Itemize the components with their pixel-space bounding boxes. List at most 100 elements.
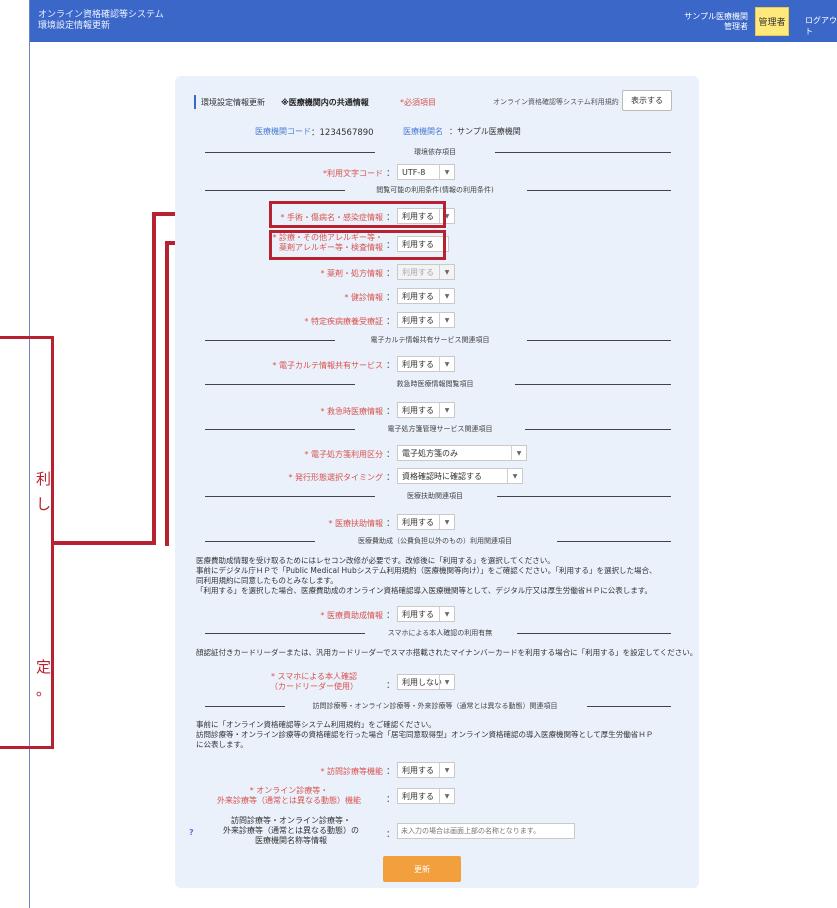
online-care-value: 利用する	[402, 791, 434, 801]
separator-env-left	[205, 152, 375, 153]
medical-aid-label: * 医療費助成情報	[320, 611, 383, 620]
institution-code-value: ：1234567890	[311, 128, 374, 138]
chevron-down-icon: ▼	[439, 763, 454, 777]
separator-visiting-right	[587, 706, 671, 707]
medical-aid-text-line2: 事前にデジタル庁ＨＰで「Public Medical Hubシステム利用規約（医…	[196, 566, 657, 575]
charset-label: *利用文字コード	[323, 169, 383, 178]
facility-name-label-line1: 訪問診療等・オンライン診療等・	[231, 816, 351, 825]
medical-aid-text-line1: 医療費助成情報を受け取るためにはレセコン改修が必要です。改修後に「利用する」を選…	[196, 556, 555, 565]
online-care-select[interactable]: 利用する ▼	[397, 788, 455, 804]
role-label: 管理者	[724, 22, 748, 31]
chevron-down-icon: ▼	[439, 357, 454, 371]
online-care-label-line2: 外来診療等（通常とは異なる動態）機能	[217, 796, 361, 805]
institution-code-label-text: 医療機関コード	[255, 127, 311, 136]
logout-link[interactable]: ログアウト	[805, 15, 837, 37]
emergency-info-colon: ：	[386, 407, 396, 417]
visiting-text-line3: に公表します。	[196, 740, 248, 749]
chevron-down-icon: ▼	[439, 289, 454, 303]
separator-ehr-left	[205, 340, 335, 341]
form-heading-note: ※医療機関内の共通情報	[281, 98, 369, 107]
separator-visiting-left	[205, 706, 285, 707]
smartphone-value: 利用しない	[402, 677, 442, 687]
connector-vertical-2	[165, 241, 169, 546]
issue-timing-select[interactable]: 資格確認時に確認する ▼	[397, 468, 523, 484]
separator-smartphone-left	[205, 633, 365, 634]
separator-viewing-right	[527, 190, 671, 191]
facility-name-label: 訪問診療等・オンライン診療等・ 外来診療等（通常とは異なる動態）の 医療機関名称…	[199, 816, 383, 846]
medical-decision-select[interactable]: 利用する ▼	[397, 514, 455, 530]
separator-smartphone-right	[517, 633, 671, 634]
callout-text-3: 定	[36, 658, 52, 676]
specific-checkup-value: 利用する	[402, 315, 434, 325]
health-checkup-label: * 健診情報	[344, 293, 383, 302]
medical-aid-select[interactable]: 利用する ▼	[397, 606, 455, 622]
issue-timing-colon: ：	[386, 473, 396, 483]
charset-colon: ：	[386, 169, 396, 179]
chevron-down-icon: ▼	[439, 165, 454, 179]
smartphone-label-line2: （カードリーダー使用）	[270, 682, 358, 691]
medication-select[interactable]: 利用する ▼	[397, 264, 455, 280]
section-smartphone-title: スマホによる本人確認の利用有無	[387, 629, 493, 637]
health-checkup-select[interactable]: 利用する ▼	[397, 288, 455, 304]
online-care-colon: ：	[386, 795, 396, 805]
smartphone-label: * スマホによる本人確認 （カードリーダー使用）	[245, 672, 383, 692]
connector-horizontal	[54, 541, 155, 545]
section-viewing-title: 閲覧可能の利用条件(情報の利用条件)	[376, 186, 494, 194]
org-name: サンプル医療機関	[684, 12, 748, 21]
online-care-label: * オンライン診療等・ 外来診療等（通常とは異なる動態）機能	[195, 786, 383, 806]
smartphone-select[interactable]: 利用しない ▼	[397, 674, 455, 690]
medication-value: 利用する	[402, 267, 434, 277]
medical-aid-text: 医療費助成情報を受け取るためにはレセコン改修が必要です。改修後に「利用する」を選…	[196, 556, 686, 596]
health-checkup-colon: ：	[386, 293, 396, 303]
visiting-care-value: 利用する	[402, 765, 434, 775]
facility-name-input[interactable]	[397, 823, 575, 839]
ehr-share-colon: ：	[386, 361, 396, 371]
eprescription-type-select[interactable]: 電子処方箋のみ ▼	[397, 445, 527, 461]
update-button[interactable]: 更新	[383, 856, 461, 882]
medical-aid-text-line4: 「利用する」を選択した場合、医療費助成のオンライン資格確認導入医療機関等として、…	[196, 586, 652, 595]
medication-colon: ：	[386, 269, 396, 279]
visiting-care-colon: ：	[386, 767, 396, 777]
required-note: *必須項目	[400, 98, 436, 107]
visiting-care-select[interactable]: 利用する ▼	[397, 762, 455, 778]
ehr-share-select[interactable]: 利用する ▼	[397, 356, 455, 372]
separator-aid-right	[557, 541, 671, 542]
section-ehr-title: 電子カルテ情報共有サービス関連項目	[370, 336, 490, 344]
institution-name-value: ：サンプル医療機関	[449, 127, 521, 136]
separator-viewing-left	[205, 190, 345, 191]
org-info: サンプル医療機関 管理者	[668, 12, 748, 32]
terms-show-button[interactable]: 表示する	[622, 90, 672, 111]
medical-aid-text-line3: 同利用規約に同意したものとみなします。	[196, 576, 338, 585]
visiting-text-line2: 訪問診療等・オンライン診療等の資格確認を行った場合「居宅同意取得型」オンライン資…	[196, 730, 654, 739]
institution-code: 1234567890	[319, 128, 374, 138]
separator-eprescription-left	[205, 429, 355, 430]
visiting-text: 事前に「オンライン資格確認等システム利用規約」をご確認ください。 訪問診療等・オ…	[196, 720, 686, 750]
section-eprescription-title: 電子処方箋管理サービス関連項目	[387, 425, 493, 433]
section-emergency-title: 救急時医療情報閲覧項目	[396, 380, 474, 388]
separator-eprescription-right	[525, 429, 671, 430]
chevron-down-icon: ▼	[439, 789, 454, 803]
specific-checkup-colon: ：	[386, 317, 396, 327]
chevron-down-icon: ▼	[439, 675, 454, 689]
smartphone-text: 顔認証付きカードリーダーまたは、汎用カードリーダーでスマホ搭載されたマイナンバー…	[196, 648, 697, 658]
specific-checkup-select[interactable]: 利用する ▼	[397, 312, 455, 328]
callout-text-2: し	[36, 495, 52, 513]
eprescription-type-colon: ：	[386, 450, 396, 460]
charset-value: UTF-8	[402, 167, 426, 177]
settings-card: 環境設定情報更新 ※医療機関内の共通情報 *必須項目 オンライン資格確認等システ…	[175, 76, 699, 888]
charset-select[interactable]: UTF-8 ▼	[397, 164, 455, 180]
heading-accent	[194, 95, 196, 109]
separator-decision-left	[205, 496, 375, 497]
connector-vertical-1	[152, 212, 156, 545]
emergency-info-select[interactable]: 利用する ▼	[397, 402, 455, 418]
chevron-down-icon: ▼	[439, 607, 454, 621]
help-icon[interactable]: ?	[189, 828, 194, 837]
medical-decision-colon: ：	[386, 519, 396, 529]
medication-label: * 薬剤・処方情報	[320, 269, 383, 278]
specific-checkup-label: * 特定疾病療養受療証	[304, 317, 383, 326]
eprescription-type-value: 電子処方箋のみ	[402, 448, 458, 458]
chevron-down-icon: ▼	[439, 403, 454, 417]
form-heading: 環境設定情報更新	[201, 98, 265, 107]
eprescription-type-label: * 電子処方箋利用区分	[304, 450, 383, 459]
user-button[interactable]: 管理者	[755, 7, 789, 36]
